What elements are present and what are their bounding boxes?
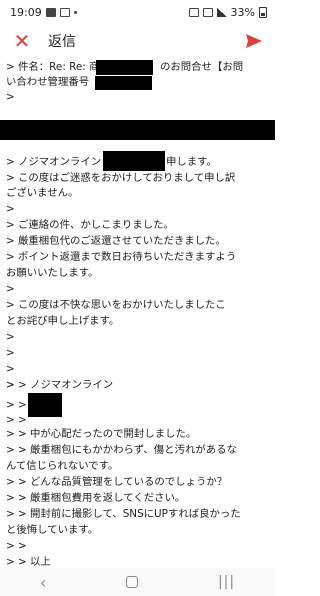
body-line: > > 開封前に撮影して、SNSにUPすれば良かった	[6, 508, 241, 520]
body-line: > > どんな品質管理をしているのでしょうか？	[6, 476, 228, 488]
back-icon[interactable]: ‹	[40, 573, 46, 592]
send-icon[interactable]	[245, 33, 263, 49]
gallery-icon	[59, 7, 70, 17]
body-line: >	[6, 363, 15, 375]
body-line: > ご連絡の件、かしこまりました。	[6, 219, 174, 231]
reply-body[interactable]: > 件名：Re: Re: 商 のお問合せ【お問 い合わせ管理番号 > > ノジマ…	[0, 58, 275, 568]
body-line: > > 厳重梱包にもかかわらず、傷と汚れがあるな	[6, 444, 237, 456]
body-line: とお詫び申し上げます。	[6, 315, 120, 327]
page-title: 返信	[48, 34, 76, 50]
body-line: > > 以上	[6, 556, 51, 568]
body-line: >	[6, 203, 15, 215]
photo-icon	[45, 7, 56, 17]
body-line: 申します。	[166, 156, 217, 168]
battery-icon	[259, 6, 267, 18]
body-line: > 厳重梱包代のご返還させていただきました。	[6, 235, 226, 247]
system-nav-bar: ‹ |||	[0, 568, 275, 596]
body-line: >	[6, 283, 15, 295]
status-bar: 19:09 33%	[0, 0, 275, 24]
status-time: 19:09	[10, 5, 42, 19]
alarm-icon	[188, 7, 199, 17]
body-line: のお問合せ【お問	[160, 61, 244, 73]
body-line: >	[6, 331, 15, 343]
status-right: 33%	[188, 5, 267, 19]
body-line: >	[6, 347, 15, 359]
body-line: お願いいたします。	[6, 267, 99, 279]
home-icon[interactable]	[126, 576, 139, 588]
body-line: >	[6, 91, 15, 103]
redaction-block	[103, 151, 165, 171]
body-line: ございません。	[6, 187, 79, 199]
body-line: > > 中が心配だったので開封しました。	[6, 428, 197, 440]
status-left: 19:09	[10, 6, 77, 19]
body-line: んて信じられないです。	[6, 460, 119, 472]
redaction-block	[95, 76, 152, 90]
wifi-icon	[202, 7, 213, 17]
body-line: > ポイント返還まで数日お待ちいただきますよう	[6, 251, 237, 263]
signal-icon	[216, 7, 227, 17]
redaction-band	[0, 120, 275, 140]
redaction-block	[96, 60, 153, 75]
close-icon[interactable]: ✕	[10, 31, 34, 51]
notification-dot-icon	[73, 10, 77, 14]
body-line: > >	[6, 540, 27, 552]
body-line: > この度はご迷惑をおかけしておりまして申し訳	[6, 172, 236, 184]
body-line: > この度は不快な思いをおかけいたしましたこ	[6, 299, 226, 311]
recent-apps-icon[interactable]: |||	[218, 574, 235, 590]
body-line: > > 厳重梱包費用を返してください。	[6, 492, 186, 504]
battery-percent: 33%	[230, 5, 255, 19]
body-line: > > ノジマオンライン	[6, 379, 114, 391]
body-line: と後悔しています。	[6, 524, 99, 536]
app-bar: ✕ 返信	[0, 24, 275, 58]
body-line: > >	[6, 414, 27, 426]
send-button[interactable]	[243, 30, 265, 52]
